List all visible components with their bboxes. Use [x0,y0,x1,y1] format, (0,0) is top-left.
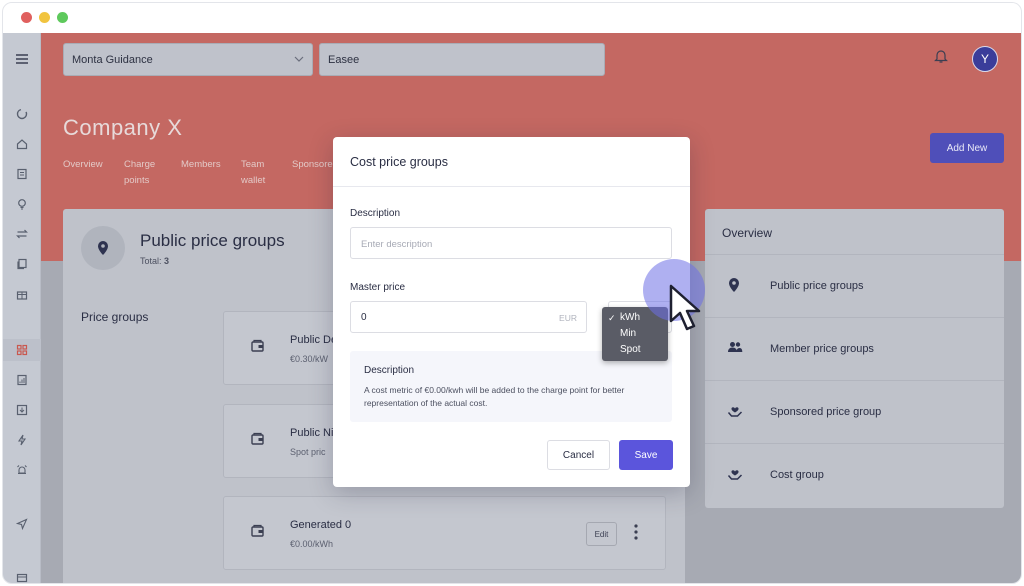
organization-select[interactable]: Monta Guidance [63,43,313,76]
browser-window: Monta Guidance Easee Y Company X Overvie… [2,2,1022,584]
item-price: €0.00/kWh [290,539,334,549]
overview-item-member[interactable]: Member price groups [705,317,1004,380]
hand-heart-icon [727,466,745,484]
brand-select-value: Easee [328,54,360,66]
item-name: Generated 0 [290,519,352,531]
organization-select-value: Monta Guidance [72,54,153,66]
more-options-icon[interactable] [633,524,639,544]
pin-icon [98,241,108,255]
unit-option-spot[interactable]: Spot [602,342,668,358]
overview-item-public[interactable]: Public price groups [705,254,1004,317]
close-window-dot[interactable] [21,12,32,23]
home-icon[interactable] [3,133,41,155]
item-name: Public Ni [290,427,334,439]
wallet-icon [250,431,270,451]
pin-icon [727,277,745,295]
checkmark-icon: ✓ [608,313,616,323]
item-price: €0.30/kW [290,354,329,364]
description-input[interactable]: Enter description [350,227,672,259]
unit-option-label: kWh [620,312,640,323]
company-title: Company X [63,115,183,140]
app: Monta Guidance Easee Y Company X Overvie… [3,33,1021,583]
cancel-button[interactable]: Cancel [547,440,610,470]
tab-charge-points[interactable]: Charge points [124,157,164,189]
people-icon [727,340,745,358]
cost-price-groups-modal: Cost price groups Description Enter desc… [333,137,690,487]
master-price-input[interactable]: 0 EUR [350,301,587,333]
tab-members[interactable]: Members [181,157,221,173]
user-avatar[interactable]: Y [972,46,998,72]
total-count: Total: 3 [140,256,169,266]
overview-item-label: Member price groups [770,343,874,355]
master-price-label: Master price [350,282,406,293]
overview-title: Overview [722,226,773,240]
sidebar [3,33,41,583]
report-icon[interactable] [3,369,41,391]
unit-option-label: Min [620,328,637,339]
info-text: A cost metric of €0.00/kwh will be added… [364,385,625,408]
unit-option-min[interactable]: Min [602,326,668,342]
info-box: Description A cost metric of €0.00/kwh w… [350,351,672,422]
tab-team-wallet[interactable]: Team wallet [241,157,271,189]
wallet-icon [250,523,270,543]
gift-icon[interactable] [3,283,41,305]
pin-badge [81,226,125,270]
info-title: Description [364,365,415,376]
overview-item-label: Public price groups [770,280,864,292]
card-icon[interactable] [3,567,41,583]
grid-icon[interactable] [3,339,41,361]
tab-sponsored[interactable]: Sponsored [292,157,338,173]
menu-icon[interactable] [3,48,41,70]
document-icon[interactable] [3,163,41,185]
overview-item-sponsored[interactable]: Sponsored price group [705,380,1004,443]
swap-icon[interactable] [3,223,41,245]
notification-bell-icon[interactable] [933,48,951,66]
pointer-cursor-icon [669,284,701,331]
minimize-window-dot[interactable] [39,12,50,23]
maximize-window-dot[interactable] [57,12,68,23]
download-icon[interactable] [3,399,41,421]
chevron-down-icon [294,54,304,66]
bolt-icon[interactable] [3,429,41,451]
send-icon[interactable] [3,513,41,535]
hand-heart-icon [727,403,745,421]
price-groups-label: Price groups [81,310,149,324]
brand-select[interactable]: Easee [319,43,605,76]
overview-item-cost[interactable]: Cost group [705,443,1004,506]
total-label: Total: [140,256,162,266]
modal-divider [333,186,690,187]
files-icon[interactable] [3,253,41,275]
overview-item-label: Cost group [770,469,824,481]
overview-item-label: Sponsored price group [770,406,882,418]
alarm-icon[interactable] [3,459,41,481]
overview-card: Overview Public price groups Member pric… [705,209,1004,508]
window-titlebar [3,3,1021,33]
master-price-value: 0 [361,312,367,323]
description-label: Description [350,208,401,219]
edit-button[interactable]: Edit [586,522,617,546]
tab-overview[interactable]: Overview [63,157,103,173]
currency-label: EUR [559,313,577,323]
modal-title: Cost price groups [350,155,448,169]
unit-option-label: Spot [620,344,641,355]
item-name: Public De [290,334,338,346]
save-button[interactable]: Save [619,440,673,470]
total-value: 3 [164,256,170,266]
lightbulb-icon[interactable] [3,193,41,215]
avatar-initial: Y [980,52,989,66]
loader-icon[interactable] [3,103,41,125]
wallet-icon [250,338,270,358]
price-group-item[interactable]: Generated 0 €0.00/kWh Edit [223,496,666,570]
add-new-button[interactable]: Add New [930,133,1004,163]
item-price: Spot pric [290,447,326,457]
card-title: Public price groups [140,231,285,250]
